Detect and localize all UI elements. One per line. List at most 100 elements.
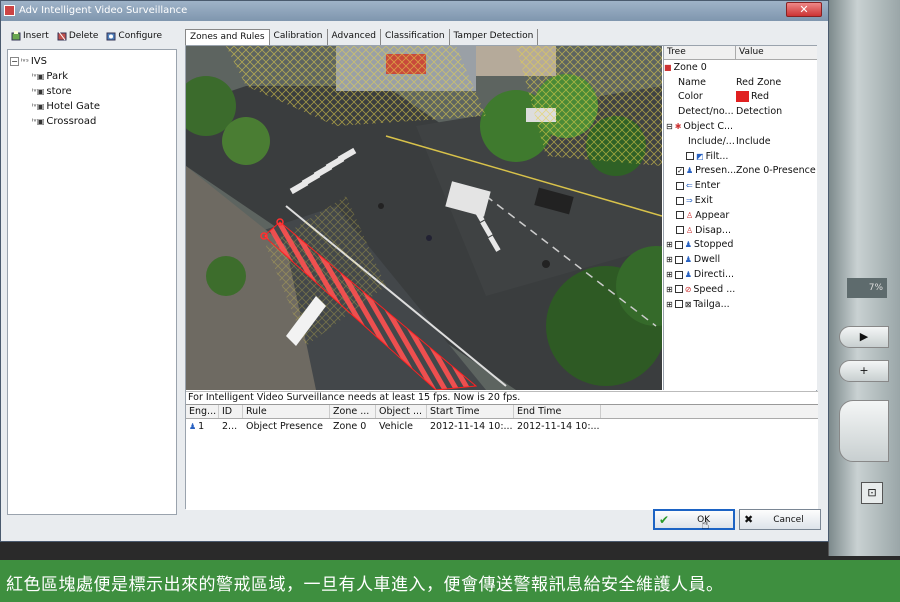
direction-checkbox[interactable] [674, 270, 683, 279]
tab-calibration[interactable]: Calibration [270, 29, 328, 45]
prop-object-class[interactable]: ⊟ ✱ Object C... [664, 119, 817, 134]
prop-key: Speed ... [693, 283, 736, 295]
expand-icon[interactable]: ⊟ [666, 122, 673, 131]
color-swatch[interactable] [736, 91, 749, 103]
close-button[interactable]: ✕ [786, 2, 822, 17]
appear-checkbox[interactable] [676, 211, 684, 220]
tab-advanced[interactable]: Advanced [328, 29, 381, 45]
dwell-icon: ♟ [684, 255, 692, 265]
expand-icon[interactable]: ⊞ [666, 285, 673, 294]
configure-label: Configure [118, 31, 163, 41]
tailgate-checkbox[interactable] [674, 300, 683, 309]
delete-button[interactable]: Delete [57, 31, 99, 41]
col-start-time[interactable]: Start Time [427, 405, 514, 418]
prop-value[interactable]: Include [736, 136, 817, 147]
cancel-x-icon: ✖ [744, 513, 754, 526]
exit-checkbox[interactable] [676, 196, 684, 205]
prop-filter[interactable]: ◩ Filt... [664, 149, 817, 164]
tailgate-icon: ⊠ [684, 299, 692, 309]
appear-icon: ♙ [686, 210, 694, 220]
camera-view[interactable] [186, 46, 662, 390]
tab-classification[interactable]: Classification [381, 29, 450, 45]
prop-value: Red [751, 91, 770, 103]
configure-button[interactable]: Configure [106, 31, 162, 41]
insert-icon [11, 31, 21, 41]
zone-label: Zone 0 [673, 61, 707, 73]
ptz-control[interactable] [839, 400, 889, 462]
tree-item-park[interactable]: ᴵᵛ▣ Park [10, 69, 174, 84]
rule-speed[interactable]: ⊞ ⊘ Speed ... [664, 282, 817, 297]
rule-presence[interactable]: ✓ ♟ Presen... Zone 0-Presence [664, 164, 817, 179]
speed-icon: ⊘ [684, 284, 692, 294]
plus-button[interactable]: + [839, 360, 889, 382]
tree-item-store[interactable]: ᴵᵛ▣ store [10, 84, 174, 99]
presence-checkbox[interactable]: ✓ [676, 166, 684, 175]
zones-rules-panel: Tree Value ■ Zone 0 Name Red Zone Color … [185, 45, 818, 510]
prop-value[interactable]: Zone 0-Presence [736, 165, 817, 176]
col-engine[interactable]: Eng... [186, 405, 219, 418]
tree-item-crossroad[interactable]: ᴵᵛ▣ Crossroad [10, 114, 174, 129]
col-rule[interactable]: Rule [243, 405, 330, 418]
rule-exit[interactable]: ⇒ Exit [664, 193, 817, 208]
col-id[interactable]: ID [219, 405, 243, 418]
filter-checkbox[interactable] [686, 152, 694, 161]
rule-disappear[interactable]: ♙ Disap... [664, 223, 817, 238]
expand-icon[interactable]: ⊞ [666, 255, 673, 264]
fit-screen-icon[interactable]: ⊡ [861, 482, 883, 504]
rule-appear[interactable]: ♙ Appear [664, 208, 817, 223]
camera-icon: ᴵᵛ▣ [32, 117, 45, 126]
tab-zones-and-rules[interactable]: Zones and Rules [185, 29, 270, 45]
direction-icon: ♟ [684, 270, 692, 280]
cancel-button[interactable]: ✖ Cancel [739, 509, 821, 530]
delete-label: Delete [68, 31, 99, 41]
disappear-icon: ♙ [686, 225, 694, 235]
speed-checkbox[interactable] [674, 285, 683, 294]
ok-button[interactable]: ✔ OK [653, 509, 735, 530]
events-table: Eng... ID Rule Zone ... Object ... Start… [186, 404, 818, 510]
property-grid: Tree Value ■ Zone 0 Name Red Zone Color … [663, 46, 817, 390]
prop-key: Filt... [705, 150, 729, 162]
prop-key: Include/... [688, 135, 735, 147]
tree-root-ivs[interactable]: − ᴵᵛˢ IVS [10, 54, 174, 69]
left-pane: Insert Delete Configure − ᴵᵛˢ IVS ᴵᵛ▣ Pa… [7, 27, 177, 515]
play-button[interactable]: ▶ [839, 326, 889, 348]
cell-end-time: 2012-11-14 10:... [517, 421, 600, 432]
tree-item-hotel-gate[interactable]: ᴵᵛ▣ Hotel Gate [10, 99, 174, 114]
prop-name[interactable]: Name Red Zone [664, 75, 817, 90]
tree-toolbar: Insert Delete Configure [7, 27, 177, 45]
rule-direction[interactable]: ⊞ ♟ Directi... [664, 267, 817, 282]
tree-item-label: Park [46, 71, 69, 82]
prop-value[interactable]: Red Zone [736, 77, 817, 88]
disappear-checkbox[interactable] [676, 226, 684, 235]
app-icon [4, 5, 15, 16]
insert-button[interactable]: Insert [11, 31, 49, 41]
prop-key: Tailga... [693, 298, 730, 310]
tab-tamper-detection[interactable]: Tamper Detection [450, 29, 539, 45]
prop-detect[interactable]: Detect/no... Detection [664, 104, 817, 119]
prop-value[interactable]: Detection [736, 106, 817, 117]
expand-icon[interactable]: ⊞ [666, 270, 673, 279]
collapse-icon[interactable]: − [10, 57, 19, 66]
filter-icon: ◩ [696, 151, 704, 161]
rule-enter[interactable]: ⇐ Enter [664, 178, 817, 193]
rule-tailgate[interactable]: ⊞ ⊠ Tailga... [664, 297, 817, 312]
col-zone[interactable]: Zone ... [330, 405, 376, 418]
dwell-checkbox[interactable] [674, 255, 683, 264]
enter-checkbox[interactable] [676, 181, 684, 190]
col-object[interactable]: Object ... [376, 405, 427, 418]
person-icon: ♟ [189, 422, 197, 431]
col-end-time[interactable]: End Time [514, 405, 601, 418]
expand-icon[interactable]: ⊞ [666, 240, 673, 249]
prop-include[interactable]: Include/... Include [664, 134, 817, 149]
percent-readout: 7% [847, 278, 887, 298]
stopped-checkbox[interactable] [674, 240, 683, 249]
expand-icon[interactable]: ⊞ [666, 300, 673, 309]
rule-dwell[interactable]: ⊞ ♟ Dwell [664, 252, 817, 267]
exit-icon: ⇒ [686, 196, 693, 206]
window-title: Adv Intelligent Video Surveillance [19, 5, 188, 16]
zone-node[interactable]: ■ Zone 0 [664, 60, 817, 75]
cancel-label: Cancel [773, 514, 804, 525]
rule-stopped[interactable]: ⊞ ♟ Stopped [664, 238, 817, 253]
prop-color[interactable]: Color Red [664, 90, 817, 105]
table-row[interactable]: ♟ 1 2... Object Presence Zone 0 Vehicle 2… [186, 419, 818, 434]
